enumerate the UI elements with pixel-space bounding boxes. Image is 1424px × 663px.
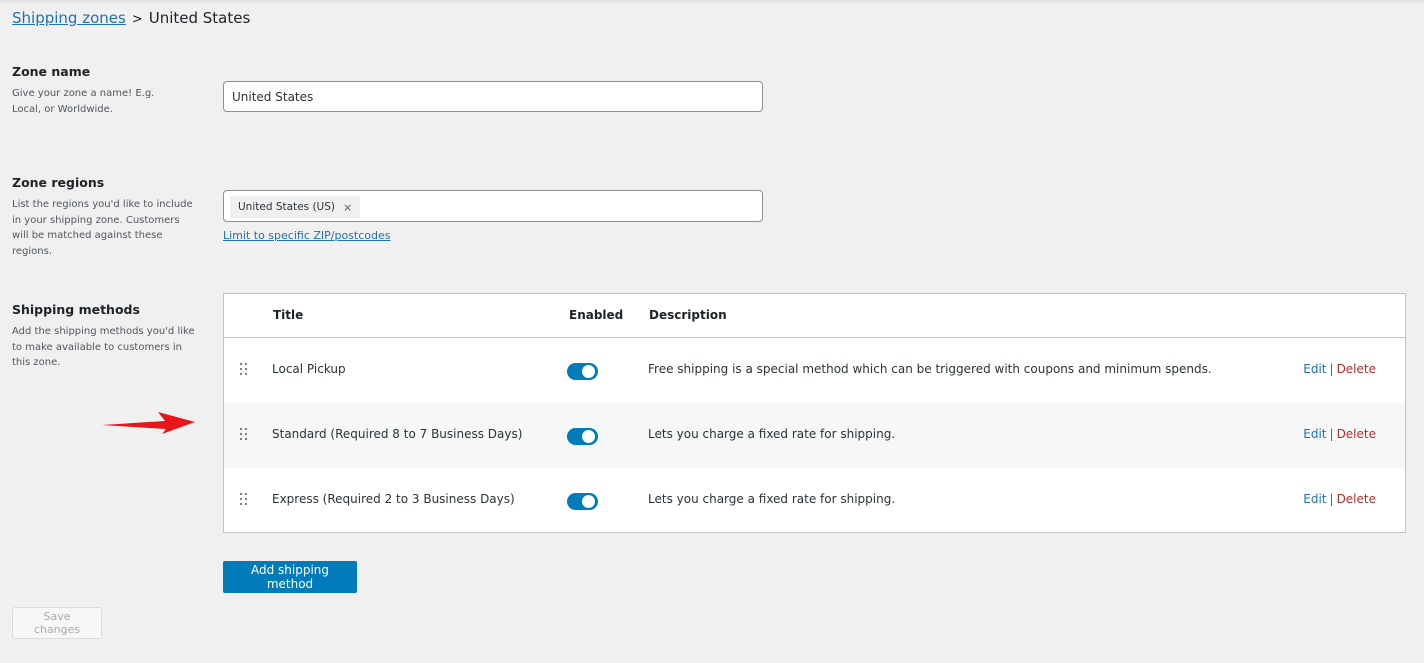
breadcrumb-separator: > (131, 12, 143, 27)
drag-handle-icon[interactable] (240, 493, 248, 507)
enabled-toggle[interactable] (567, 363, 598, 380)
column-description: Description (649, 308, 727, 322)
limit-postcodes-link[interactable]: Limit to specific ZIP/postcodes (223, 229, 391, 242)
top-shadow (0, 0, 1424, 4)
column-title: Title (273, 308, 304, 322)
row-actions: Edit | Delete (1303, 492, 1376, 506)
zone-regions-select[interactable]: United States (US) × (223, 190, 763, 222)
action-separator: | (1329, 427, 1334, 441)
zone-regions-help: List the regions you'd like to include i… (12, 199, 193, 257)
zone-name-input[interactable] (223, 81, 763, 112)
method-description: Free shipping is a special method which … (648, 362, 1212, 376)
breadcrumb: Shipping zones > United States (12, 8, 250, 30)
breadcrumb-shipping-zones-link[interactable]: Shipping zones (12, 9, 126, 27)
table-row: Express (Required 2 to 3 Business Days) … (224, 468, 1405, 533)
enabled-toggle[interactable] (567, 428, 598, 445)
save-changes-button[interactable]: Save changes (12, 607, 102, 639)
method-title: Local Pickup (272, 362, 346, 376)
action-separator: | (1329, 492, 1334, 506)
edit-link[interactable]: Edit (1303, 362, 1326, 376)
method-title: Express (Required 2 to 3 Business Days) (272, 492, 515, 506)
region-chip: United States (US) × (230, 196, 361, 218)
shipping-methods-label-block: Shipping methods Add the shipping method… (12, 302, 195, 371)
row-actions: Edit | Delete (1303, 427, 1376, 441)
action-separator: | (1329, 362, 1334, 376)
delete-link[interactable]: Delete (1337, 362, 1376, 376)
remove-region-icon[interactable]: × (343, 201, 352, 214)
edit-link[interactable]: Edit (1303, 492, 1326, 506)
table-row: Standard (Required 8 to 7 Business Days)… (224, 403, 1405, 468)
region-chip-label: United States (US) (238, 201, 335, 213)
breadcrumb-current: United States (148, 9, 251, 27)
delete-link[interactable]: Delete (1337, 427, 1376, 441)
shipping-methods-help: Add the shipping methods you'd like to m… (12, 326, 195, 368)
method-description: Lets you charge a fixed rate for shippin… (648, 427, 896, 441)
enabled-toggle[interactable] (567, 493, 598, 510)
column-enabled: Enabled (569, 308, 624, 322)
table-header: Title Enabled Description (224, 294, 1405, 338)
zone-regions-heading: Zone regions (12, 175, 105, 190)
delete-link[interactable]: Delete (1337, 492, 1376, 506)
annotation-arrow-icon (102, 412, 195, 434)
zone-regions-label-block: Zone regions List the regions you'd like… (12, 175, 193, 259)
zone-name-heading: Zone name (12, 64, 91, 79)
drag-handle-icon[interactable] (240, 428, 248, 442)
zone-name-help: Give your zone a name! E.g. Local, or Wo… (12, 88, 155, 115)
row-actions: Edit | Delete (1303, 362, 1376, 376)
edit-link[interactable]: Edit (1303, 427, 1326, 441)
shipping-methods-table: Title Enabled Description Local Pickup F… (223, 293, 1406, 533)
add-shipping-method-button[interactable]: Add shipping method (223, 561, 357, 593)
table-row: Local Pickup Free shipping is a special … (224, 338, 1405, 403)
drag-handle-icon[interactable] (240, 363, 248, 377)
zone-name-label-block: Zone name Give your zone a name! E.g. Lo… (12, 64, 192, 117)
method-title: Standard (Required 8 to 7 Business Days) (272, 427, 523, 441)
shipping-methods-heading: Shipping methods (12, 302, 140, 317)
method-description: Lets you charge a fixed rate for shippin… (648, 492, 896, 506)
